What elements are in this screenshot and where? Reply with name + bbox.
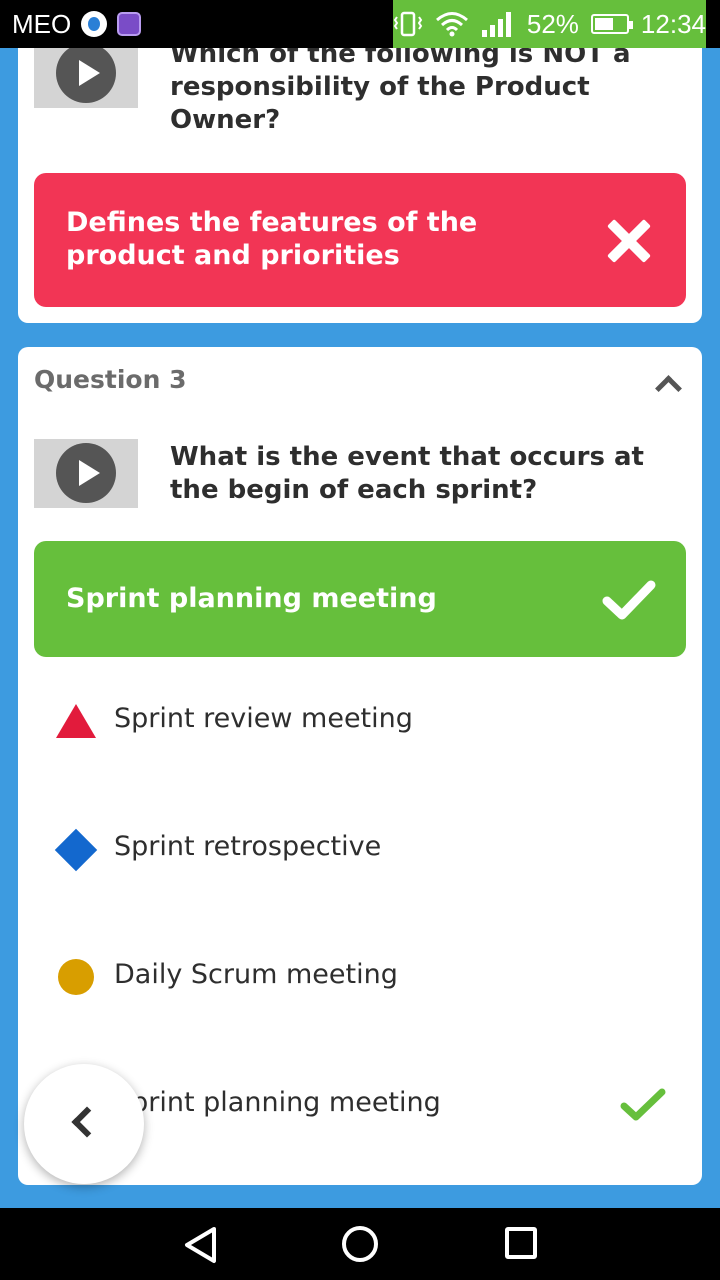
correct-check-icon [602,580,656,620]
video-thumbnail[interactable] [34,48,138,108]
wifi-icon [435,12,468,37]
status-bar: MEO 52% 12:34 [0,0,720,48]
circle-icon [58,959,94,995]
triangle-icon [56,704,96,738]
chevron-left-icon [71,1106,103,1138]
option-label: Sprint review meeting [114,703,413,734]
nav-home-icon[interactable] [342,1226,378,1262]
question-text: What is the event that occurs at the beg… [170,442,644,505]
system-nav-bar [0,1208,720,1280]
question-text: Which of the following is NOT a responsi… [170,48,631,135]
battery-icon [590,14,633,34]
answer-text: Sprint planning meeting [66,583,437,614]
drop-icon [81,11,108,37]
question-number-label: Question 3 [34,365,187,394]
signal-icon [481,12,511,37]
diamond-icon [54,828,98,872]
vibrate-icon [393,11,423,37]
correct-option-check-icon [620,1088,666,1121]
selected-answer-correct: Sprint planning meeting [34,541,686,657]
answer-text: Defines the features of the product and … [66,207,478,271]
carrier-label: MEO [12,8,72,39]
question-card-3: Question 3 What is the event that occurs… [18,347,702,1185]
back-button[interactable] [24,1064,144,1184]
option-label: Sprint planning meeting [114,1087,441,1118]
image-icon [117,12,142,36]
selected-answer-wrong: Defines the features of the product and … [34,173,686,307]
option-label: Sprint retrospective [114,831,382,862]
play-icon[interactable] [56,443,116,503]
nav-back-icon[interactable] [182,1226,220,1264]
nav-recents-icon[interactable] [505,1227,537,1259]
collapse-chevron-icon[interactable] [656,373,680,397]
wrong-x-icon [606,218,650,262]
option-label: Daily Scrum meeting [114,959,398,990]
battery-percent: 52% [526,8,579,39]
clock: 12:34 [640,8,706,39]
question-card-2: Which of the following is NOT a responsi… [18,48,702,323]
play-icon[interactable] [56,48,116,103]
video-thumbnail[interactable] [34,439,138,508]
